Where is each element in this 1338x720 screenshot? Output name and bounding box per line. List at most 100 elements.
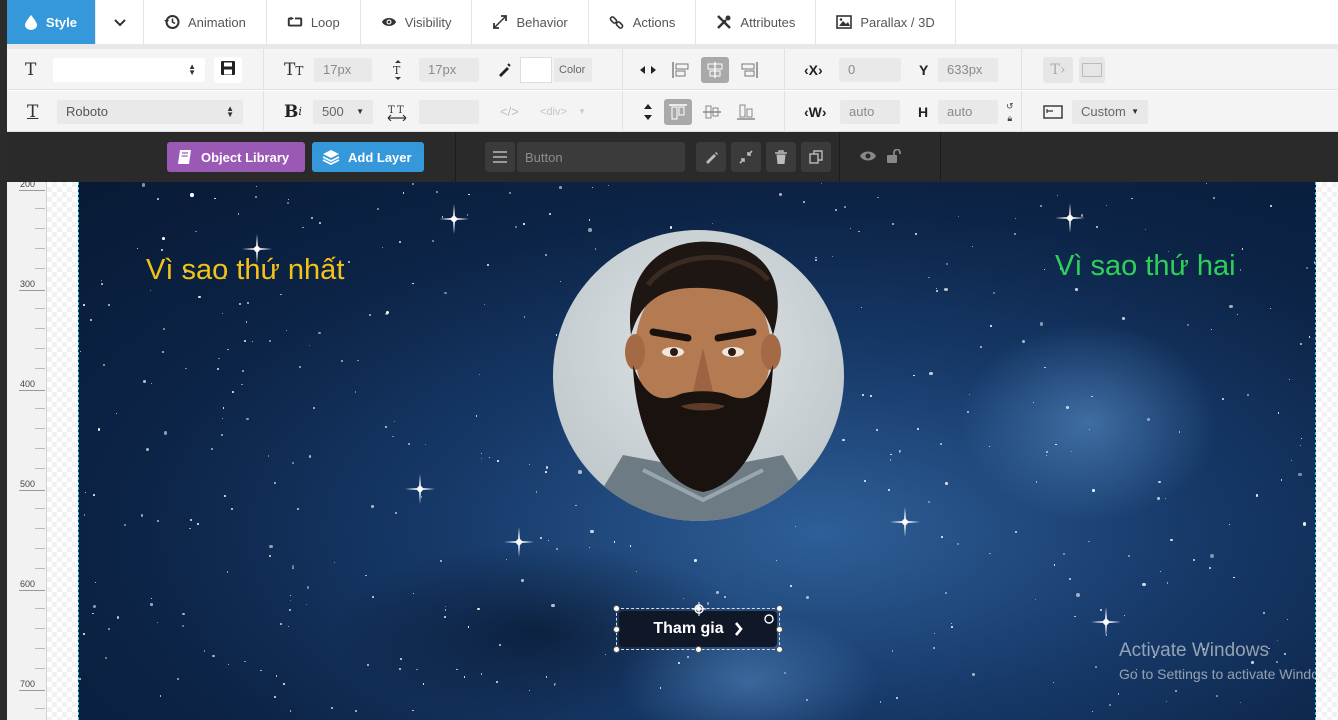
- y-position-input[interactable]: 633px: [938, 57, 998, 82]
- hamburger-icon: [493, 151, 507, 163]
- width-input[interactable]: auto: [840, 99, 900, 124]
- star: [779, 192, 783, 197]
- star: [945, 482, 949, 485]
- x-position-input[interactable]: 0: [839, 57, 901, 82]
- align-center-button[interactable]: [701, 56, 729, 83]
- star: [971, 245, 973, 247]
- tab-loop[interactable]: Loop: [267, 0, 361, 44]
- star: [247, 301, 249, 304]
- valign-bottom-button[interactable]: [732, 99, 760, 125]
- star: [555, 548, 558, 550]
- tab-style[interactable]: Style: [7, 0, 96, 44]
- star: [1014, 217, 1017, 220]
- resize-handle[interactable]: [776, 646, 783, 653]
- align-right-button[interactable]: [735, 57, 763, 83]
- star: [197, 523, 200, 526]
- resize-handle[interactable]: [613, 605, 620, 612]
- delete-layer-button[interactable]: [766, 142, 796, 172]
- avatar-image-layer[interactable]: [553, 230, 844, 521]
- star: [1095, 226, 1099, 229]
- star: [163, 431, 168, 436]
- unlock-icon[interactable]: [886, 148, 902, 166]
- collapse-layer-button[interactable]: [731, 142, 761, 172]
- star: [945, 592, 947, 594]
- eye-icon: [381, 14, 397, 30]
- resize-handle[interactable]: [695, 646, 702, 653]
- font-family-select[interactable]: Roboto ▲ ▼: [57, 99, 243, 124]
- star: [290, 594, 292, 596]
- size-mode-select[interactable]: Custom ▼: [1072, 99, 1148, 124]
- star: [355, 709, 357, 712]
- font-preset-select[interactable]: ▲ ▼: [53, 57, 205, 82]
- align-left-button[interactable]: [667, 57, 695, 83]
- star: [487, 264, 490, 266]
- tab-parallax[interactable]: Parallax / 3D: [816, 0, 956, 44]
- eye-icon[interactable]: [859, 150, 877, 165]
- dropdown-arrow-icon: ▼: [578, 107, 586, 116]
- star: [90, 318, 93, 321]
- text-layer-left[interactable]: Vì sao thứ nhất: [146, 254, 344, 287]
- duplicate-layer-button[interactable]: [801, 142, 831, 172]
- color-label[interactable]: Color: [554, 57, 592, 82]
- object-library-button[interactable]: Object Library: [167, 142, 305, 172]
- resize-handle[interactable]: [776, 605, 783, 612]
- tab-attributes[interactable]: Attributes: [696, 0, 817, 44]
- edit-layer-button[interactable]: [696, 142, 726, 172]
- star: [283, 683, 286, 686]
- star: [1212, 197, 1215, 200]
- star: [1175, 690, 1177, 692]
- tab-behavior[interactable]: Behavior: [472, 0, 589, 44]
- style-tabs: Style Animation Loop Visibility Behavior…: [7, 0, 1338, 44]
- star: [480, 673, 483, 675]
- valign-middle-button[interactable]: [698, 99, 726, 125]
- line-height-input[interactable]: 17px: [419, 57, 479, 82]
- rotate-icon[interactable]: [763, 613, 775, 628]
- star: [354, 391, 357, 393]
- star: [305, 603, 308, 605]
- text-layer-right[interactable]: Vì sao thứ hai: [1055, 250, 1236, 283]
- star: [198, 295, 201, 298]
- height-input[interactable]: auto: [938, 99, 998, 124]
- star: [296, 508, 299, 511]
- font-size-input[interactable]: 17px: [314, 57, 372, 82]
- button-layer[interactable]: Tham gia: [613, 602, 783, 653]
- background-toggle-button[interactable]: [1079, 56, 1105, 83]
- star: [694, 558, 697, 562]
- text-transform-button[interactable]: T›: [1043, 56, 1073, 83]
- star: [237, 213, 239, 215]
- tab-animation[interactable]: Animation: [144, 0, 267, 44]
- star: [1222, 398, 1224, 401]
- star: [246, 417, 249, 420]
- star: [890, 454, 892, 456]
- save-preset-button[interactable]: [214, 56, 242, 83]
- star: [1209, 566, 1212, 569]
- letter-spacing-input[interactable]: [419, 99, 479, 124]
- star: [227, 348, 229, 351]
- aspect-lock-icon[interactable]: ↺ 🔒︎: [1006, 91, 1014, 132]
- tab-actions[interactable]: Actions: [589, 0, 697, 44]
- star: [1205, 182, 1207, 184]
- font-icon: T: [25, 59, 37, 80]
- tab-visibility[interactable]: Visibility: [361, 0, 473, 44]
- crosshair-icon[interactable]: [692, 602, 706, 619]
- star: [301, 226, 304, 229]
- resize-handle[interactable]: [613, 626, 620, 633]
- star: [1290, 459, 1293, 461]
- star: [310, 217, 313, 220]
- layer-name-input[interactable]: Button: [517, 142, 685, 172]
- tab-more[interactable]: [96, 0, 144, 44]
- add-layer-button[interactable]: Add Layer: [312, 142, 424, 172]
- resize-handle[interactable]: [613, 646, 620, 653]
- star: [412, 282, 414, 285]
- color-swatch[interactable]: [520, 56, 552, 83]
- layer-menu-button[interactable]: [485, 142, 515, 172]
- font-weight-select[interactable]: 500 ▼: [313, 99, 373, 124]
- star: [392, 436, 394, 438]
- tag-select[interactable]: <div> ▼: [531, 100, 595, 124]
- sparkle-star: [405, 474, 435, 504]
- resize-handle[interactable]: [776, 626, 783, 633]
- star: [85, 491, 87, 493]
- star: [241, 369, 244, 372]
- star: [368, 314, 371, 316]
- valign-top-button[interactable]: [664, 98, 692, 125]
